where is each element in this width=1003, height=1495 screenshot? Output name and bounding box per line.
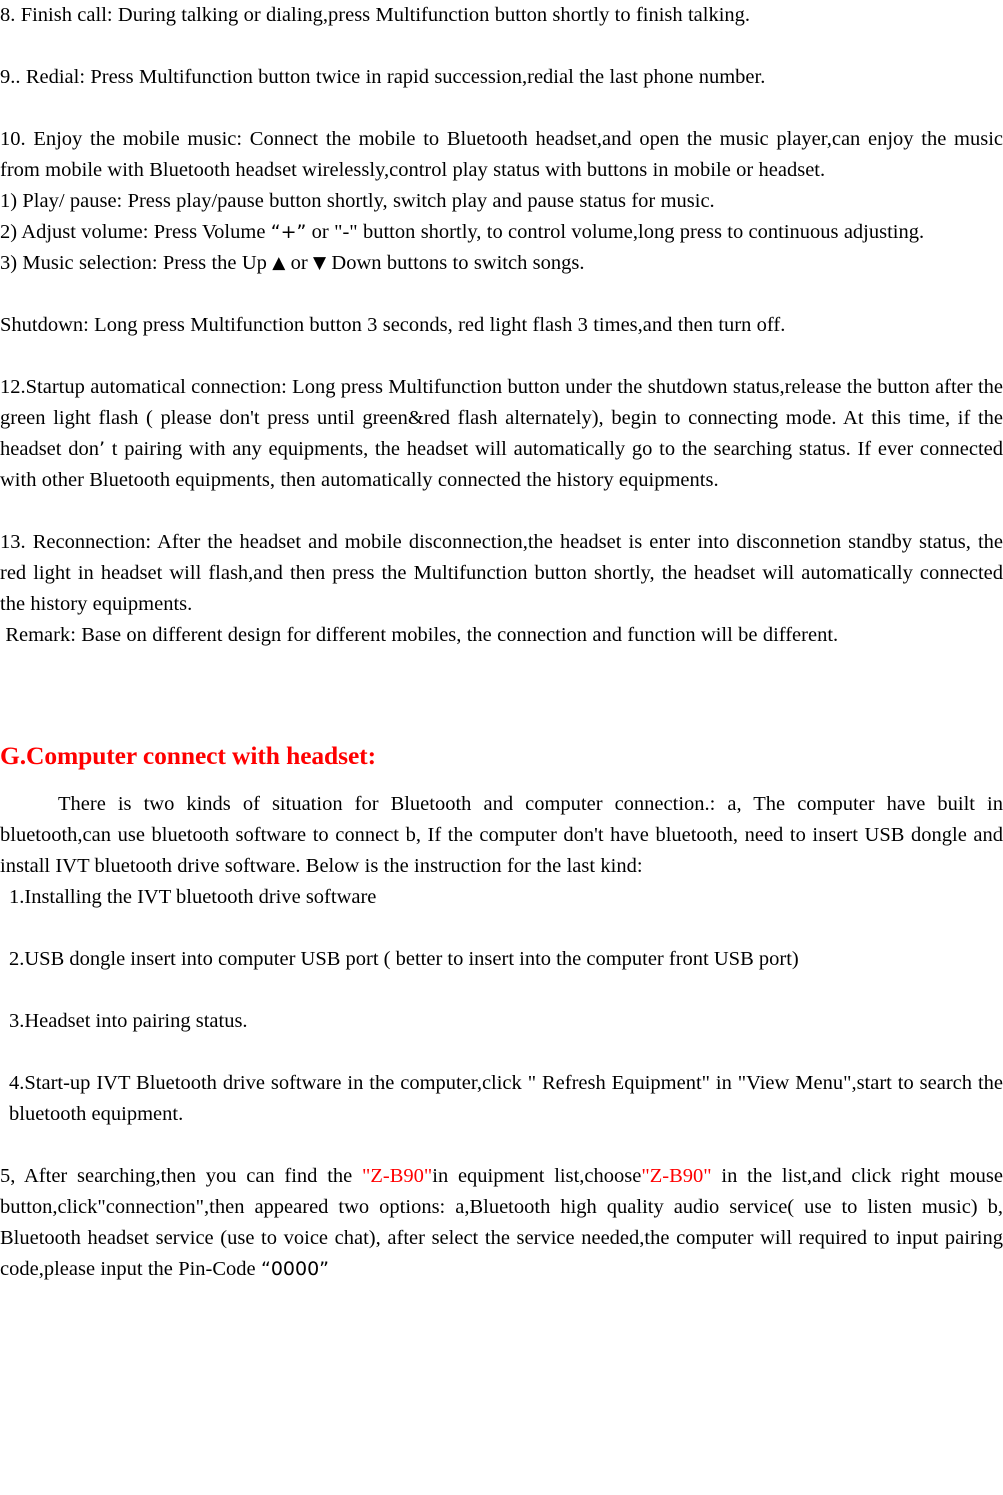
pin-code-value: “0000” <box>260 1258 330 1280</box>
sub3-text-a: 3) Music selection: Press the Up <box>0 252 273 274</box>
paragraph-item-8: 8. Finish call: During talking or dialin… <box>0 4 751 26</box>
paragraph-sub-2-adjust-volume: 2) Adjust volume: Press Volume “+” or "-… <box>0 217 1003 248</box>
paragraph-step-5: 5, After searching,then you can find the… <box>0 1161 1003 1285</box>
sub2-text-b: or "-" button shortly, to control volume… <box>306 221 925 243</box>
paragraph-item-9: 9.. Redial: Press Multifunction button t… <box>0 66 766 88</box>
step5-text-a: 5, After searching,then you can find the <box>0 1165 362 1187</box>
paragraph-item-13-reconnection: 13. Reconnection: After the headset and … <box>0 531 1003 615</box>
down-triangle-icon: ▼ <box>313 253 327 273</box>
spacer-before-heading <box>0 651 1003 739</box>
device-name-z-b90-second: "Z-B90" <box>641 1165 712 1187</box>
volume-plus-quoted: “+” <box>270 221 307 243</box>
paragraph-computer-intro: There is two kinds of situation for Blue… <box>0 793 1003 877</box>
up-triangle-icon: ▲ <box>272 253 286 273</box>
section-heading-computer-connect: G.Computer connect with headset: <box>0 741 376 770</box>
paragraph-shutdown: Shutdown: Long press Multifunction butto… <box>0 314 786 336</box>
paragraph-item-10: 10. Enjoy the mobile music: Connect the … <box>0 128 1003 181</box>
paragraph-remark: Remark: Base on different design for dif… <box>5 624 839 646</box>
paragraph-item-12-startup-auto-connection: 12.Startup automatical connection: Long … <box>0 372 1003 496</box>
step-item-3: 3.Headset into pairing status. <box>9 1010 248 1032</box>
step-item-4: 4.Start-up IVT Bluetooth drive software … <box>9 1072 1003 1125</box>
sub3-text-c: Down buttons to switch songs. <box>326 252 585 274</box>
step-item-1: 1.Installing the IVT bluetooth drive sof… <box>9 886 377 908</box>
document-page: 8. Finish call: During talking or dialin… <box>0 0 1003 1495</box>
device-name-z-b90-first: "Z-B90" <box>361 1165 433 1187</box>
sub2-text-a: 2) Adjust volume: Press Volume <box>0 221 271 243</box>
paragraph-sub-3-music-selection: 3) Music selection: Press the Up ▲ or ▼ … <box>0 248 1003 279</box>
item12-text-b: t pairing with any equipments, the heads… <box>0 438 1003 491</box>
step5-text-b: in equipment list,choose <box>432 1165 642 1187</box>
step-item-2: 2.USB dongle insert into computer USB po… <box>9 948 799 970</box>
paragraph-sub-1-play-pause: 1) Play/ pause: Press play/pause button … <box>0 190 715 212</box>
sub3-text-b: or <box>285 252 314 274</box>
